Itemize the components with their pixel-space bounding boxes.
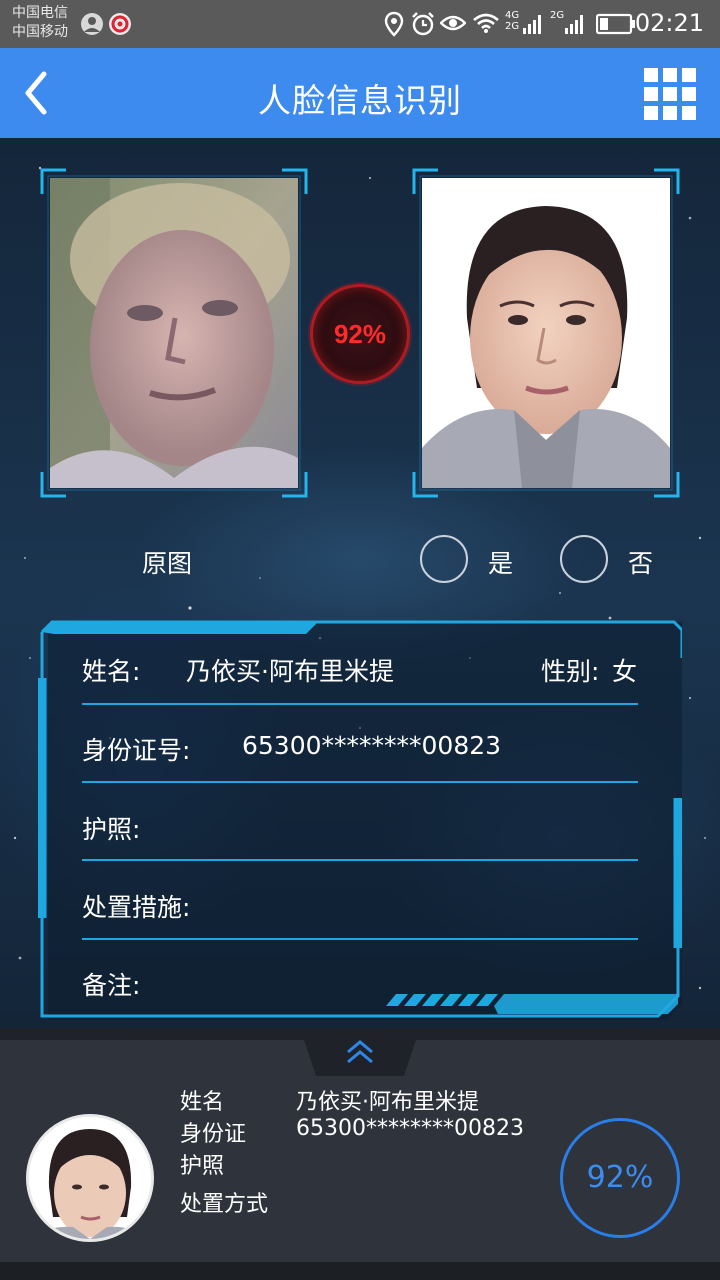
divider — [82, 859, 638, 861]
bottom-disposal-label: 处置方式 — [180, 1192, 269, 1217]
chevron-left-icon[interactable] — [14, 68, 64, 118]
radio-no[interactable] — [560, 535, 608, 583]
alarm-icon — [412, 12, 434, 36]
expand-handle[interactable] — [300, 1028, 420, 1078]
carrier-1: 中国电信 — [12, 5, 68, 21]
gender-value: 女 — [612, 657, 638, 686]
carrier-info: 中国电信 中国移动 — [12, 4, 68, 42]
network-type-1: 4G 2G — [505, 10, 520, 32]
match-score-ring: 92% — [560, 1118, 680, 1238]
divider — [82, 938, 638, 940]
name-label: 姓名: — [82, 657, 141, 686]
signal-icon-2 — [565, 15, 583, 34]
avatar — [26, 1114, 154, 1242]
battery-icon — [596, 13, 635, 35]
page-title: 人脸信息识别 — [258, 81, 462, 120]
app-header: 人脸信息识别 — [0, 48, 720, 138]
network-type-3: 2G — [550, 10, 565, 21]
name-value: 乃依买·阿布里米提 — [186, 657, 394, 686]
radio-yes[interactable] — [420, 535, 468, 583]
captured-photo[interactable] — [50, 178, 298, 488]
bottom-id-value: 65300********00823 — [296, 1116, 524, 1141]
app-notification-icon — [109, 13, 131, 35]
clock: 02:21 — [634, 9, 704, 37]
captured-photo-frame — [40, 168, 308, 498]
disposal-label: 处置措施: — [82, 893, 191, 922]
divider — [82, 703, 638, 705]
bottom-name-label: 姓名 — [180, 1090, 225, 1115]
original-image-label[interactable]: 原图 — [142, 544, 192, 580]
passport-label: 护照: — [82, 815, 141, 844]
notification-icon — [81, 13, 103, 35]
signal-icon — [523, 15, 541, 34]
bottom-name-value: 乃依买·阿布里米提 — [296, 1090, 479, 1115]
id-number-label: 身份证号: — [82, 736, 191, 765]
divider — [82, 781, 638, 783]
eye-icon — [440, 15, 466, 31]
gender-label: 性别: — [541, 657, 600, 686]
status-bar: 中国电信 中国移动 4G 2G 2G 02:21 — [0, 0, 720, 48]
id-photo-frame — [412, 168, 680, 498]
bottom-id-label: 身份证 — [180, 1122, 247, 1147]
radio-no-label: 否 — [628, 549, 654, 578]
bottom-summary-panel: 姓名 乃依买·阿布里米提 身份证 65300********00823 护照 处… — [0, 1028, 720, 1280]
wifi-icon — [473, 13, 499, 33]
carrier-2: 中国移动 — [12, 24, 68, 40]
match-score-badge: 92% — [310, 284, 410, 384]
radio-yes-label: 是 — [488, 549, 514, 578]
id-photo[interactable] — [422, 178, 670, 488]
remark-label: 备注: — [82, 971, 141, 1000]
bottom-edge — [0, 1262, 720, 1280]
bottom-passport-label: 护照 — [180, 1154, 225, 1179]
location-icon — [384, 11, 404, 37]
grid-icon[interactable] — [644, 68, 696, 120]
id-number-value: 65300********00823 — [242, 731, 502, 760]
